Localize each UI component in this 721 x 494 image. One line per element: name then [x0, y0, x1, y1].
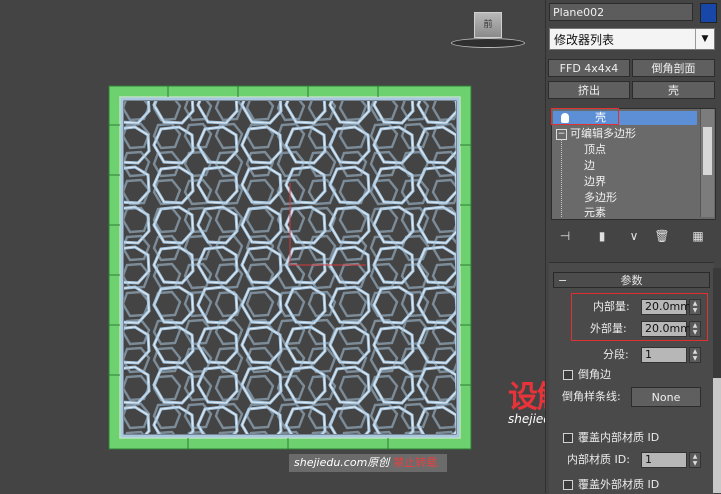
- modifier-list-dropdown[interactable]: 修改器列表 ▼: [549, 28, 715, 50]
- chevron-down-icon[interactable]: ▼: [695, 29, 714, 49]
- watermark-site: shejiedu.com原创: [294, 456, 390, 469]
- panel-scrollbar[interactable]: [713, 268, 721, 493]
- stack-sub-border[interactable]: 边界: [584, 175, 606, 189]
- override-outer-mat-label: 覆盖外部材质 ID: [578, 478, 660, 491]
- override-inner-mat-label: 覆盖内部材质 ID: [578, 431, 660, 444]
- override-inner-mat-checkbox[interactable]: [563, 433, 573, 443]
- watermark-bar: shejiedu.com原创 禁止转载: [289, 454, 447, 472]
- bevel-spline-button[interactable]: None: [631, 387, 701, 407]
- configure-sets-icon[interactable]: ▦: [690, 228, 706, 244]
- segments-input[interactable]: 1: [641, 347, 687, 363]
- stack-sub-polygon[interactable]: 多边形: [584, 191, 617, 205]
- bevel-edges-label: 倒角边: [578, 368, 611, 381]
- viewcube[interactable]: 前: [474, 12, 502, 38]
- remove-modifier-icon[interactable]: 🗑: [654, 228, 670, 244]
- voronoi-mesh-plane[interactable]: [108, 85, 472, 450]
- stack-item-editable-poly[interactable]: − 可编辑多边形: [556, 127, 636, 141]
- show-end-result-icon[interactable]: ▮: [594, 228, 610, 244]
- logo-text: 设解读: [508, 380, 545, 415]
- stack-item-editable-poly-label: 可编辑多边形: [570, 127, 636, 140]
- watermark-notice: 禁止转载: [393, 456, 438, 469]
- stack-scrollbar[interactable]: [700, 109, 714, 217]
- ffd-button[interactable]: FFD 4x4x4: [548, 59, 630, 77]
- viewport[interactable]: 前 shejiedu.com原创 禁止转载 设 shejie: [0, 0, 545, 493]
- chamfer-profile-button[interactable]: 倒角剖面: [632, 59, 715, 77]
- expand-minus-icon[interactable]: −: [556, 128, 567, 140]
- site-logo: 设解读 shejiedu.com: [508, 382, 545, 442]
- modifier-list-label: 修改器列表: [554, 33, 615, 47]
- pin-stack-icon[interactable]: ⊣: [557, 228, 573, 244]
- stack-scrollbar-thumb[interactable]: [703, 127, 712, 175]
- inner-mat-id-spinner[interactable]: ▲ ▼: [689, 452, 701, 468]
- extrude-button[interactable]: 挤出: [548, 81, 630, 99]
- bevel-spline-label: 倒角样条线:: [562, 390, 621, 403]
- viewcube-label: 前: [483, 20, 493, 30]
- segments-spinner[interactable]: ▲ ▼: [689, 347, 701, 363]
- stack-sub-element[interactable]: 元素: [584, 206, 606, 219]
- bevel-edges-checkbox[interactable]: [563, 370, 573, 380]
- object-color-swatch[interactable]: [700, 3, 717, 23]
- highlight-box-shell: [551, 108, 619, 125]
- tree-line: [561, 139, 562, 217]
- stack-sub-edge[interactable]: 边: [584, 159, 595, 173]
- inner-mat-id-input[interactable]: 1: [641, 452, 687, 468]
- parameters-rollout-header[interactable]: − 参数: [553, 272, 710, 288]
- cell-network-overlay: [124, 101, 456, 434]
- shell-button[interactable]: 壳: [632, 81, 715, 99]
- segments-label: 分段:: [603, 348, 629, 361]
- inner-mat-id-label: 内部材质 ID:: [567, 453, 630, 466]
- collapse-icon[interactable]: −: [558, 273, 567, 289]
- logo-url: shejiedu.com: [508, 412, 545, 426]
- highlight-box-amounts: [571, 293, 708, 341]
- stack-sub-vertex[interactable]: 顶点: [584, 143, 606, 157]
- panel-scrollbar-thumb[interactable]: [713, 378, 721, 493]
- object-name-field[interactable]: Plane002: [549, 3, 693, 21]
- parameters-title: 参数: [620, 274, 643, 287]
- override-outer-mat-checkbox[interactable]: [563, 480, 573, 490]
- make-unique-icon[interactable]: ∨: [626, 228, 642, 244]
- viewcube-ring[interactable]: [451, 38, 525, 48]
